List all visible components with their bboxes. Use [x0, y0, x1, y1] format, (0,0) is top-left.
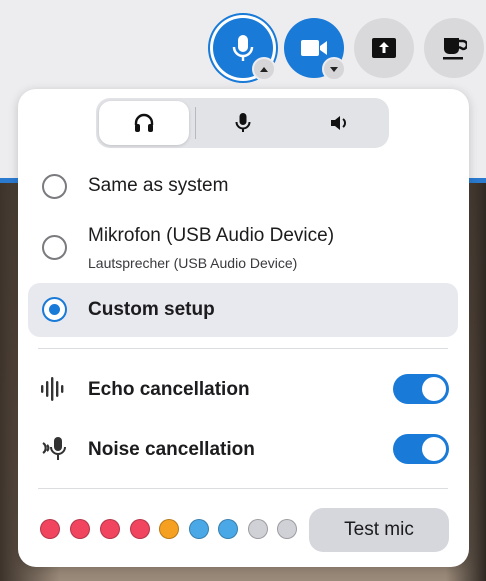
- coffee-cup-icon: [443, 38, 467, 60]
- noise-mic-icon: [40, 435, 70, 468]
- divider: [38, 348, 448, 349]
- share-screen-button[interactable]: [354, 18, 414, 78]
- noise-cancellation-toggle[interactable]: [393, 434, 449, 464]
- option-label: Same as system: [88, 175, 229, 196]
- microphone-icon: [232, 35, 254, 61]
- microphone-icon: [235, 113, 251, 132]
- level-dot: [40, 519, 60, 539]
- level-dot: [277, 519, 297, 539]
- option-same-as-system[interactable]: Same as system: [28, 165, 458, 207]
- tab-speaker[interactable]: [295, 101, 385, 145]
- level-dot: [189, 519, 209, 539]
- caret-up-icon: [260, 66, 268, 72]
- camera-options-caret[interactable]: [322, 57, 346, 81]
- speaker-icon: [331, 116, 346, 130]
- level-dot: [130, 519, 150, 539]
- tab-divider: [195, 107, 196, 139]
- audio-device-tabs: [96, 98, 389, 148]
- divider: [38, 488, 448, 489]
- radio-button-selected[interactable]: [42, 297, 67, 322]
- break-button[interactable]: [424, 18, 484, 78]
- option-custom-setup[interactable]: Custom setup: [28, 283, 458, 337]
- level-dot: [159, 519, 179, 539]
- tab-microphone[interactable]: [198, 101, 288, 145]
- option-label: Mikrofon (USB Audio Device): [88, 225, 335, 246]
- video-camera-icon: [301, 40, 327, 56]
- audio-settings-popup: Same as system Mikrofon (USB Audio Devic…: [18, 89, 469, 567]
- noise-cancellation-label: Noise cancellation: [88, 439, 255, 460]
- option-usb-audio-device[interactable]: Mikrofon (USB Audio Device) Lautsprecher…: [28, 217, 458, 277]
- option-sublabel: Lautsprecher (USB Audio Device): [88, 255, 298, 271]
- tab-headset[interactable]: [99, 101, 189, 145]
- caret-down-icon: [330, 66, 338, 72]
- echo-cancellation-toggle[interactable]: [393, 374, 449, 404]
- echo-cancellation-label: Echo cancellation: [88, 379, 250, 400]
- level-dot: [248, 519, 268, 539]
- radio-button[interactable]: [42, 174, 67, 199]
- level-dot: [70, 519, 90, 539]
- share-screen-icon: [372, 38, 396, 58]
- level-dot: [100, 519, 120, 539]
- headset-icon: [134, 113, 154, 132]
- level-dot: [218, 519, 238, 539]
- option-label: Custom setup: [88, 299, 215, 320]
- microphone-options-caret[interactable]: [252, 57, 276, 81]
- test-mic-button[interactable]: Test mic: [309, 508, 449, 552]
- radio-button[interactable]: [42, 235, 67, 260]
- echo-waveform-icon: [40, 375, 66, 408]
